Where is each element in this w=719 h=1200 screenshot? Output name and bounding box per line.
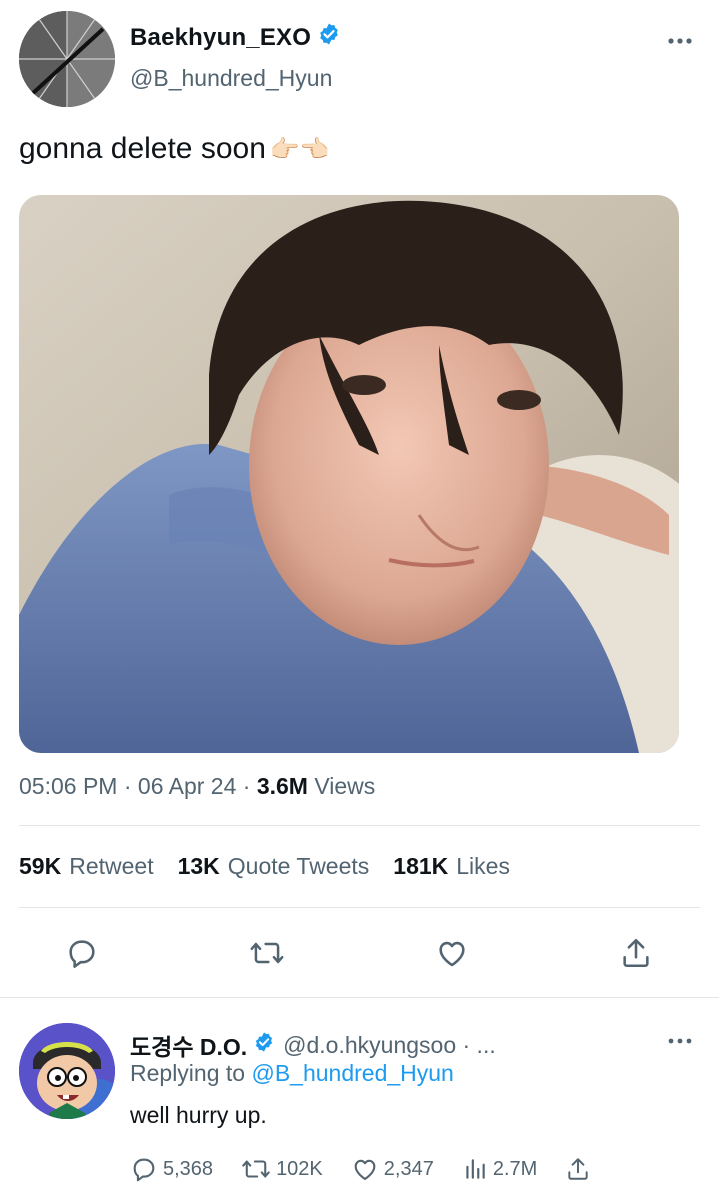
- reply-share-button[interactable]: [565, 1155, 591, 1183]
- likes-stat[interactable]: 181K Likes: [393, 853, 510, 880]
- replying-to: Replying to @B_hundred_Hyun: [130, 1060, 454, 1087]
- verified-badge-icon: [253, 1031, 275, 1059]
- views-label: Views: [314, 773, 376, 799]
- pointing-fingers-emoji-icon: 👉🏻👈🏻: [269, 135, 330, 163]
- tweet-body: gonna delete soon: [19, 132, 266, 165]
- meta-separator: ·: [123, 773, 132, 799]
- tweet-date[interactable]: 06 Apr 24: [138, 773, 236, 799]
- retweets-count: 59K: [19, 853, 62, 879]
- author-name[interactable]: Baekhyun_EXO: [130, 22, 341, 53]
- views-count: 3.6M: [256, 773, 308, 799]
- author-display-name[interactable]: Baekhyun_EXO: [130, 24, 311, 52]
- share-icon[interactable]: [618, 935, 654, 971]
- reply-views-button[interactable]: 2.7M: [462, 1155, 537, 1183]
- like-icon[interactable]: [434, 935, 470, 971]
- reply-header: 도경수 D.O. @d.o.hkyungsoo · ...: [130, 1028, 496, 1062]
- reply-likes-count: 2,347: [383, 1157, 434, 1180]
- like-icon: [354, 1159, 376, 1180]
- reply-retweet-button[interactable]: 102K: [241, 1155, 323, 1183]
- replying-to-handle[interactable]: @B_hundred_Hyun: [251, 1060, 453, 1086]
- divider: [19, 825, 700, 826]
- reply-author-name[interactable]: 도경수 D.O.: [130, 1028, 247, 1062]
- share-icon: [568, 1158, 588, 1180]
- tweet-stats: 59K Retweet 13K Quote Tweets 181K Likes: [19, 853, 510, 880]
- views-icon: [466, 1159, 485, 1179]
- quotes-stat[interactable]: 13K Quote Tweets: [178, 853, 370, 880]
- meta-separator: ·: [242, 773, 251, 799]
- verified-badge-icon: [317, 22, 341, 53]
- reply-author-avatar[interactable]: [19, 1023, 115, 1119]
- reply-icon: [133, 1158, 155, 1182]
- reply-like-button[interactable]: 2,347: [351, 1155, 434, 1183]
- reply-reply-button[interactable]: 5,368: [130, 1155, 213, 1183]
- reply-retweets-count: 102K: [276, 1157, 323, 1180]
- reply-text: well hurry up.: [130, 1102, 267, 1128]
- tweet-meta: 05:06 PM · 06 Apr 24 · 3.6M Views: [19, 773, 375, 800]
- tweet-photo[interactable]: [19, 195, 679, 753]
- section-divider: [0, 997, 719, 998]
- quotes-label: Quote Tweets: [227, 853, 370, 879]
- quotes-count: 13K: [177, 853, 220, 879]
- likes-count: 181K: [393, 853, 449, 879]
- retweets-label: Retweet: [69, 853, 154, 879]
- tweet-time[interactable]: 05:06 PM: [19, 773, 117, 799]
- more-options-icon[interactable]: [666, 33, 694, 54]
- reply-more-options-icon[interactable]: [666, 1034, 694, 1053]
- reply-action-bar: 5,368 102K 2,347 2.7M: [130, 1155, 591, 1183]
- reply-icon[interactable]: [64, 935, 100, 971]
- author-handle[interactable]: @B_hundred_Hyun: [130, 65, 332, 92]
- retweet-icon: [242, 1160, 270, 1178]
- reply-replies-count: 5,368: [163, 1157, 214, 1180]
- retweet-icon[interactable]: [249, 935, 285, 971]
- likes-label: Likes: [456, 853, 510, 879]
- retweets-stat[interactable]: 59K Retweet: [19, 853, 154, 880]
- reply-views-count: 2.7M: [492, 1157, 538, 1180]
- divider: [19, 907, 700, 908]
- reply-author-handle[interactable]: @d.o.hkyungsoo · ...: [283, 1032, 496, 1059]
- replying-prefix: Replying to: [130, 1060, 246, 1086]
- author-avatar[interactable]: [19, 11, 115, 107]
- tweet-text: gonna delete soon 👉🏻👈🏻: [19, 132, 330, 166]
